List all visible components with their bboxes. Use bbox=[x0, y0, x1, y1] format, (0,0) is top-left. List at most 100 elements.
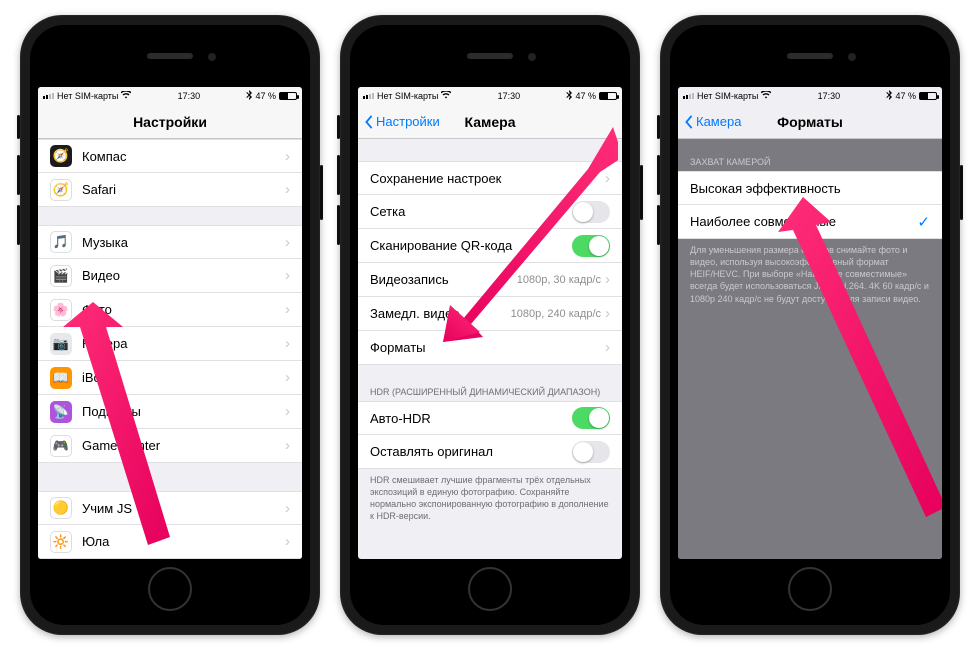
chevron-right-icon: › bbox=[605, 340, 610, 355]
compass-icon: 🧭 bbox=[50, 145, 72, 167]
app-icon: 🔆 bbox=[50, 531, 72, 553]
row-detail: 1080p, 30 кадр/с bbox=[517, 274, 601, 286]
carrier-label: Нет SIM-карты bbox=[377, 91, 438, 101]
row-label: Видеозапись bbox=[370, 272, 517, 287]
settings-row[interactable]: Сетка bbox=[358, 195, 622, 229]
wifi-icon bbox=[121, 91, 131, 101]
settings-row-компас[interactable]: 🧭Компас› bbox=[38, 139, 302, 173]
settings-row[interactable]: Замедл. видео1080p, 240 кадр/с› bbox=[358, 297, 622, 331]
row-label: Форматы bbox=[370, 340, 605, 355]
phone-mockup-camera: Нет SIM-карты 17:30 47 % Настройки Камер… bbox=[340, 15, 640, 635]
camera-settings-list[interactable]: Сохранение настроек›СеткаСканирование QR… bbox=[358, 139, 622, 559]
screen-settings: Нет SIM-карты 17:30 47 % Настройки bbox=[38, 87, 302, 559]
clock: 17:30 bbox=[178, 91, 201, 101]
settings-row-ibooks[interactable]: 📖iBooks› bbox=[38, 361, 302, 395]
row-label: Музыка bbox=[82, 235, 285, 250]
settings-row-game-center[interactable]: 🎮 Game Center› bbox=[38, 429, 302, 463]
battery-icon bbox=[919, 92, 937, 100]
back-button[interactable]: Камера bbox=[684, 114, 741, 129]
toggle-switch[interactable] bbox=[572, 201, 610, 223]
chevron-right-icon: › bbox=[285, 336, 290, 351]
row-label: Safari bbox=[82, 182, 285, 197]
nav-bar: Настройки bbox=[38, 105, 302, 139]
settings-row-музыка[interactable]: 🎵 Музыка› bbox=[38, 225, 302, 259]
nav-bar: Настройки Камера bbox=[358, 105, 622, 139]
wifi-icon bbox=[761, 91, 771, 101]
status-bar: Нет SIM-карты 17:30 47 % bbox=[38, 87, 302, 105]
row-label: Камера bbox=[82, 336, 285, 351]
settings-row[interactable]: Оставлять оригинал bbox=[358, 435, 622, 469]
row-label: Видео bbox=[82, 268, 285, 283]
screen-camera-settings: Нет SIM-карты 17:30 47 % Настройки Камер… bbox=[358, 87, 622, 559]
row-label: Сохранение настроек bbox=[370, 171, 605, 186]
carrier-label: Нет SIM-карты bbox=[697, 91, 758, 101]
chevron-right-icon: › bbox=[285, 438, 290, 453]
chevron-right-icon: › bbox=[285, 501, 290, 516]
row-label: Подкасты bbox=[82, 404, 285, 419]
row-label: Сетка bbox=[370, 204, 572, 219]
chevron-right-icon: › bbox=[285, 268, 290, 283]
settings-row[interactable]: Видеозапись1080p, 30 кадр/с › bbox=[358, 263, 622, 297]
carrier-label: Нет SIM-карты bbox=[57, 91, 118, 101]
settings-row[interactable]: Сохранение настроек› bbox=[358, 161, 622, 195]
chevron-right-icon: › bbox=[285, 302, 290, 317]
home-button[interactable] bbox=[148, 567, 192, 611]
row-label: Game Center bbox=[82, 438, 285, 453]
settings-row[interactable]: Сканирование QR-кода bbox=[358, 229, 622, 263]
chevron-right-icon: › bbox=[605, 171, 610, 186]
row-label: Учим JS bbox=[82, 501, 285, 516]
chevron-right-icon: › bbox=[285, 182, 290, 197]
settings-row-видео[interactable]: 🎬Видео› bbox=[38, 259, 302, 293]
checkmark-icon: ✓ bbox=[917, 213, 930, 231]
formats-list[interactable]: ЗАХВАТ КАМЕРОЙ Высокая эффективностьНаиб… bbox=[678, 139, 942, 559]
settings-row-учим-js[interactable]: 🟡 Учим JS› bbox=[38, 491, 302, 525]
settings-list[interactable]: 🧭Компас›🧭Safari› 🎵Музыка›🎬Видео›🌸Фото›📷К… bbox=[38, 139, 302, 559]
home-button[interactable] bbox=[788, 567, 832, 611]
podcasts-icon: 📡 bbox=[50, 401, 72, 423]
chevron-right-icon: › bbox=[285, 404, 290, 419]
settings-row-подкасты[interactable]: 📡 Подкасты› bbox=[38, 395, 302, 429]
row-label: Авто-HDR bbox=[370, 411, 572, 426]
signal-icon bbox=[363, 93, 374, 99]
chevron-right-icon: › bbox=[605, 272, 610, 287]
row-label: Наиболее совместимые bbox=[690, 214, 917, 229]
format-option[interactable]: Высокая эффективность bbox=[678, 171, 942, 205]
battery-icon bbox=[279, 92, 297, 100]
row-label: Высокая эффективность bbox=[690, 181, 930, 196]
bluetooth-icon bbox=[246, 90, 252, 102]
status-bar: Нет SIM-карты 17:30 47 % bbox=[358, 87, 622, 105]
format-option[interactable]: Наиболее совместимые✓ bbox=[678, 205, 942, 239]
photos-icon: 🌸 bbox=[50, 299, 72, 321]
toggle-switch[interactable] bbox=[572, 441, 610, 463]
chevron-right-icon: › bbox=[285, 534, 290, 549]
chevron-right-icon: › bbox=[285, 235, 290, 250]
section-header-hdr: HDR (РАСШИРЕННЫЙ ДИНАМИЧЕСКИЙ ДИАПАЗОН) bbox=[358, 383, 622, 401]
settings-row[interactable]: Форматы› bbox=[358, 331, 622, 365]
section-footer-hdr: HDR смешивает лучшие фрагменты трёх отде… bbox=[358, 469, 622, 528]
toggle-switch[interactable] bbox=[572, 407, 610, 429]
battery-pct: 47 % bbox=[575, 91, 596, 101]
clock: 17:30 bbox=[498, 91, 521, 101]
page-title: Камера bbox=[465, 114, 516, 130]
chevron-right-icon: › bbox=[285, 370, 290, 385]
settings-row-камера[interactable]: 📷Камера› bbox=[38, 327, 302, 361]
settings-row-фото[interactable]: 🌸Фото› bbox=[38, 293, 302, 327]
phone-mockup-formats: Нет SIM-карты 17:30 47 % Камера Форматы bbox=[660, 15, 960, 635]
back-button[interactable]: Настройки bbox=[364, 114, 440, 129]
settings-row[interactable]: Авто-HDR bbox=[358, 401, 622, 435]
gamecenter-icon: 🎮 bbox=[50, 435, 72, 457]
toggle-switch[interactable] bbox=[572, 235, 610, 257]
app-icon: 🟡 bbox=[50, 497, 72, 519]
chevron-right-icon: › bbox=[605, 306, 610, 321]
settings-row-юла[interactable]: 🔆Юла› bbox=[38, 525, 302, 559]
back-label: Камера bbox=[696, 114, 741, 129]
section-footer-capture: Для уменьшения размера файлов снимайте ф… bbox=[678, 239, 942, 310]
safari-icon: 🧭 bbox=[50, 179, 72, 201]
signal-icon bbox=[683, 93, 694, 99]
battery-pct: 47 % bbox=[895, 91, 916, 101]
music-icon: 🎵 bbox=[50, 231, 72, 253]
phone-mockup-settings: Нет SIM-карты 17:30 47 % Настройки bbox=[20, 15, 320, 635]
home-button[interactable] bbox=[468, 567, 512, 611]
clock: 17:30 bbox=[818, 91, 841, 101]
settings-row-safari[interactable]: 🧭 Safari› bbox=[38, 173, 302, 207]
